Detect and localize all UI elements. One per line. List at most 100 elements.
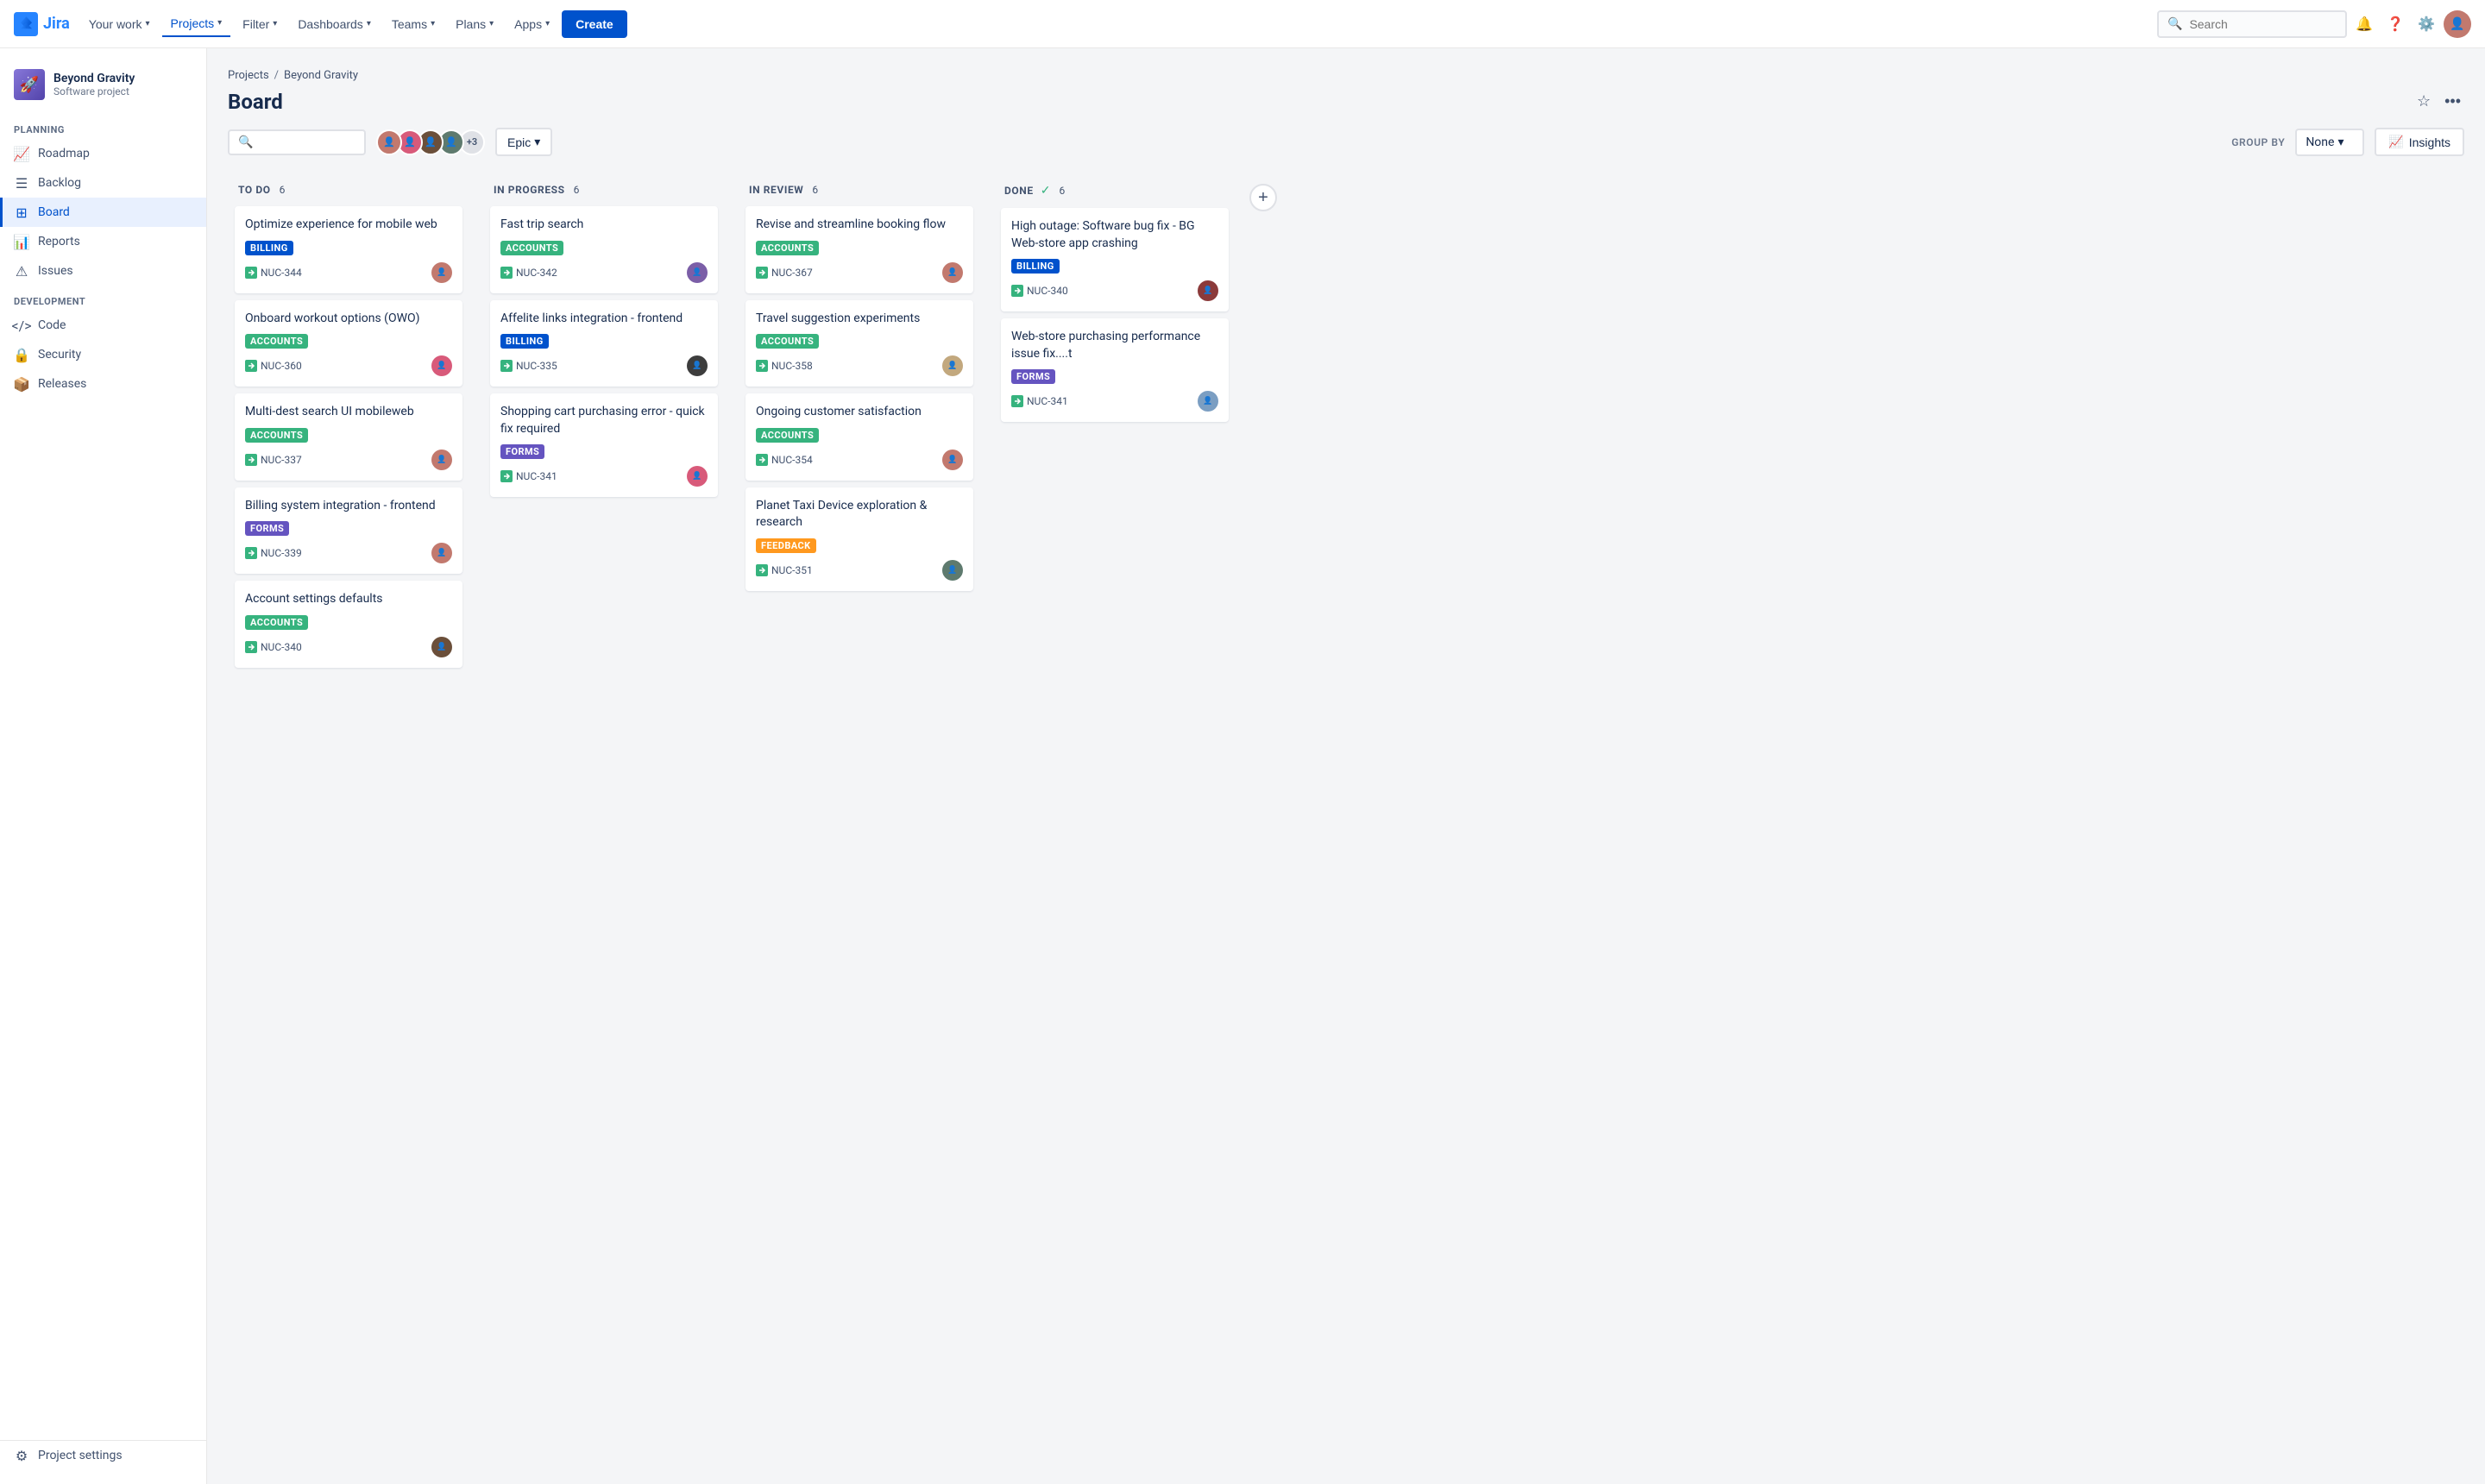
card[interactable]: Affelite links integration - frontend BI… [490, 300, 718, 387]
card-footer: NUC-358 👤 [756, 355, 963, 376]
backlog-icon: ☰ [14, 175, 29, 191]
card-title: Ongoing customer satisfaction [756, 404, 963, 421]
card-avatar: 👤 [1198, 391, 1218, 412]
more-options-button[interactable]: ••• [2441, 89, 2464, 114]
topnav-plans[interactable]: Plans ▾ [447, 12, 502, 36]
card[interactable]: Planet Taxi Device exploration & researc… [746, 487, 973, 591]
card[interactable]: High outage: Software bug fix - BG Web-s… [1001, 208, 1229, 311]
issue-id: NUC-351 [771, 564, 813, 576]
card-tag: ACCOUNTS [756, 334, 819, 349]
card-footer: NUC-344 👤 [245, 262, 452, 283]
card-title: Optimize experience for mobile web [245, 217, 452, 234]
create-button[interactable]: Create [562, 10, 627, 38]
search-input[interactable] [2189, 17, 2337, 31]
search-icon: 🔍 [238, 135, 253, 149]
search-box[interactable]: 🔍 [2157, 10, 2347, 38]
issue-icon [756, 267, 768, 279]
sidebar-item-reports[interactable]: 📊 Reports [0, 227, 206, 256]
sidebar-item-releases[interactable]: 📦 Releases [0, 369, 206, 399]
card[interactable]: Optimize experience for mobile web BILLI… [235, 206, 462, 293]
card[interactable]: Onboard workout options (OWO) ACCOUNTS N… [235, 300, 462, 387]
chevron-down-icon: ▾ [217, 18, 222, 28]
card-title: Billing system integration - frontend [245, 498, 452, 515]
card[interactable]: Multi-dest search UI mobileweb ACCOUNTS … [235, 393, 462, 481]
avatar-1[interactable]: 👤 [376, 129, 402, 155]
main-content: Projects / Beyond Gravity Board ☆ ••• 🔍 … [207, 48, 2485, 1484]
card-footer: NUC-339 👤 [245, 543, 452, 563]
chevron-down-icon: ▾ [273, 19, 277, 28]
group-by-label: GROUP BY [2231, 136, 2285, 148]
star-button[interactable]: ☆ [2413, 89, 2434, 114]
issue-id: NUC-358 [771, 360, 813, 372]
done-check-icon: ✓ [1041, 184, 1051, 198]
issue-id: NUC-340 [1027, 285, 1068, 297]
chevron-down-icon: ▾ [146, 19, 150, 28]
sidebar-item-backlog[interactable]: ☰ Backlog [0, 168, 206, 198]
settings-button[interactable]: ⚙️ [2413, 10, 2440, 38]
issue-id: NUC-341 [516, 470, 557, 482]
board-search-input[interactable] [258, 135, 355, 149]
card-footer: NUC-335 👤 [500, 355, 708, 376]
column-title-todo: TO DO [238, 184, 271, 196]
topnav-apps[interactable]: Apps ▾ [506, 12, 558, 36]
card-title: Account settings defaults [245, 591, 452, 608]
card-avatar: 👤 [431, 637, 452, 657]
card-footer: NUC-337 👤 [245, 450, 452, 470]
card-issue: NUC-340 [245, 641, 302, 653]
card-issue: NUC-340 [1011, 285, 1068, 297]
group-by-select[interactable]: None ▾ [2295, 129, 2364, 156]
card[interactable]: Account settings defaults ACCOUNTS NUC-3… [235, 581, 462, 668]
card-issue: NUC-339 [245, 547, 302, 559]
insights-button[interactable]: 📈 Insights [2375, 128, 2464, 156]
topnav-filter[interactable]: Filter ▾ [234, 12, 286, 36]
card-tag: BILLING [500, 334, 549, 349]
card-title: Affelite links integration - frontend [500, 311, 708, 328]
sidebar-item-code[interactable]: </> Code [0, 311, 206, 340]
releases-icon: 📦 [14, 376, 29, 392]
user-avatar[interactable]: 👤 [2444, 10, 2471, 38]
card[interactable]: Revise and streamline booking flow ACCOU… [746, 206, 973, 293]
settings-icon: ⚙ [14, 1448, 29, 1463]
board-columns: TO DO6 Optimize experience for mobile we… [228, 173, 2464, 706]
column-inprogress: IN PROGRESS6 Fast trip search ACCOUNTS N… [483, 173, 725, 514]
notifications-button[interactable]: 🔔 [2350, 10, 2378, 38]
help-button[interactable]: ❓ [2381, 10, 2409, 38]
issue-icon [756, 454, 768, 466]
card[interactable]: Ongoing customer satisfaction ACCOUNTS N… [746, 393, 973, 481]
card-avatar: 👤 [942, 262, 963, 283]
card-tag: ACCOUNTS [245, 615, 308, 630]
sidebar-item-roadmap[interactable]: 📈 Roadmap [0, 139, 206, 168]
card[interactable]: Web-store purchasing performance issue f… [1001, 318, 1229, 422]
topnav-teams[interactable]: Teams ▾ [383, 12, 444, 36]
card[interactable]: Travel suggestion experiments ACCOUNTS N… [746, 300, 973, 387]
card-tag: ACCOUNTS [245, 334, 308, 349]
issue-icon [245, 267, 257, 279]
card[interactable]: Shopping cart purchasing error - quick f… [490, 393, 718, 497]
card-avatar: 👤 [1198, 280, 1218, 301]
issue-icon [1011, 395, 1023, 407]
topnav-your-work[interactable]: Your work ▾ [80, 12, 159, 36]
breadcrumb-projects[interactable]: Projects [228, 69, 269, 82]
sidebar-item-issues[interactable]: ⚠ Issues [0, 256, 206, 286]
sidebar-item-security[interactable]: 🔒 Security [0, 340, 206, 369]
jira-logo[interactable]: Jira [14, 12, 70, 36]
board-search-box[interactable]: 🔍 [228, 129, 366, 155]
topnav-projects[interactable]: Projects ▾ [162, 11, 231, 37]
column-title-inprogress: IN PROGRESS [494, 184, 565, 196]
topnav-dashboards[interactable]: Dashboards ▾ [289, 12, 380, 36]
card[interactable]: Fast trip search ACCOUNTS NUC-342 👤 [490, 206, 718, 293]
card-title: Shopping cart purchasing error - quick f… [500, 404, 708, 437]
card-title: Revise and streamline booking flow [756, 217, 963, 234]
card[interactable]: Billing system integration - frontend FO… [235, 487, 462, 575]
breadcrumb-project[interactable]: Beyond Gravity [284, 69, 358, 82]
card-footer: NUC-351 👤 [756, 560, 963, 581]
column-header-inprogress: IN PROGRESS6 [490, 184, 718, 196]
card-issue: NUC-351 [756, 564, 813, 576]
issues-icon: ⚠ [14, 263, 29, 279]
card-title: Planet Taxi Device exploration & researc… [756, 498, 963, 531]
card-tag: FORMS [500, 444, 544, 459]
sidebar-item-project-settings[interactable]: ⚙ Project settings [0, 1440, 206, 1470]
epic-filter-button[interactable]: Epic ▾ [495, 128, 552, 156]
sidebar-item-board[interactable]: ⊞ Board [0, 198, 206, 227]
add-column-button[interactable]: + [1249, 184, 1277, 211]
